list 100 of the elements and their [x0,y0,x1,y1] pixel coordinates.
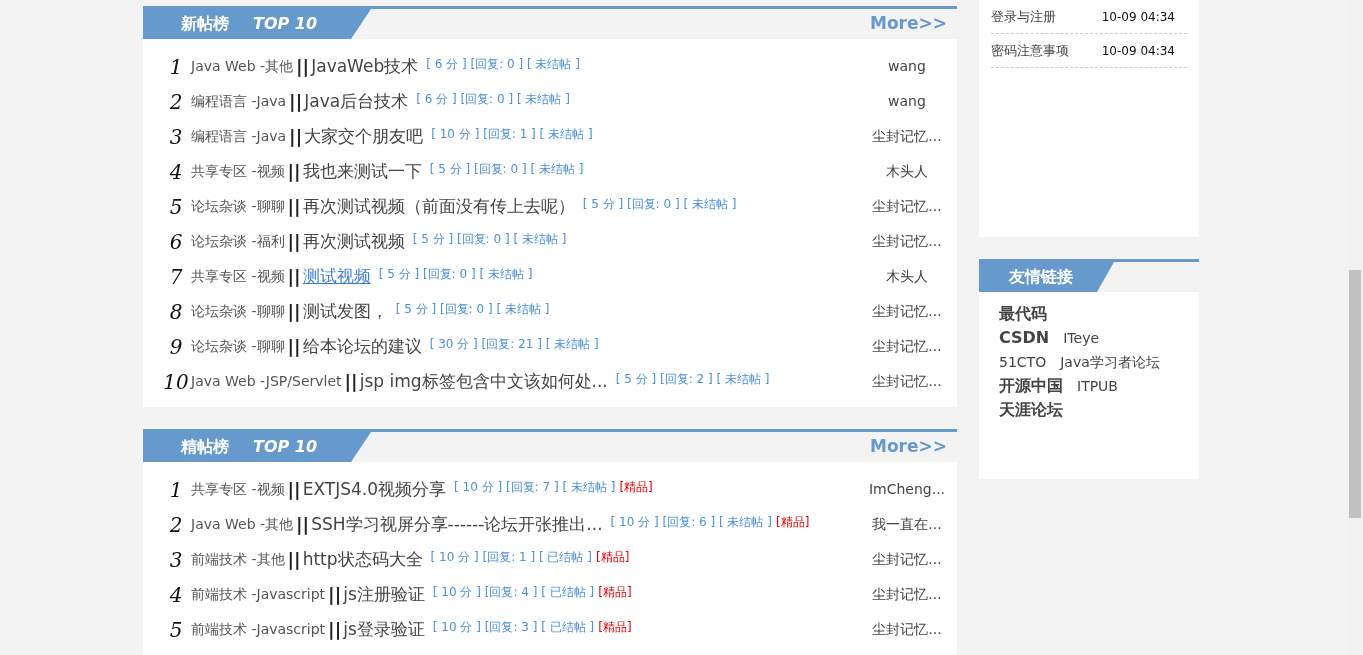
post-meta: [ 10 分 ] [回复: 6 ] [ 未结帖 ] [610,514,772,531]
post-meta: [ 10 分 ] [回复: 7 ] [ 未结帖 ] [454,479,616,496]
post-author: 尘封记忆... [871,620,943,639]
friend-link[interactable]: 天涯论坛 [999,398,1063,422]
post-meta: [ 5 分 ] [回复: 0 ] [ 未结帖 ] [582,196,737,213]
post-meta: [ 5 分 ] [回复: 0 ] [ 未结帖 ] [395,301,550,318]
board-subtitle: TOP 10 [253,436,318,458]
post-rank: 1 [168,53,184,81]
post-category[interactable]: 论坛杂谈 -聊聊 [191,336,285,357]
post-category[interactable]: Java Web -其他 [191,514,294,535]
post-author: 我一直在... [871,515,943,534]
separator-text: || [287,478,301,502]
post-title-link[interactable]: 给本论坛的建议 [302,333,422,360]
friend-link[interactable]: CSDN [999,326,1050,350]
post-title-link[interactable]: SSH学习视屏分享------论坛开张推出... [311,511,603,538]
friend-link[interactable]: ITeye [1063,327,1100,349]
post-title-link[interactable]: http状态码大全 [302,546,423,573]
post-meta: [ 5 分 ] [回复: 0 ] [ 未结帖 ] [378,266,533,283]
post-rank: 5 [168,193,184,221]
post-category[interactable]: Java Web -JSP/Servlet [191,371,342,392]
friend-link[interactable]: 最代码 [999,302,1047,326]
post-category[interactable]: Java Web -其他 [191,56,294,77]
post-rank: 8 [168,298,184,326]
separator-text: || [296,55,310,79]
post-title-link[interactable]: 再次测试视频（前面没有传上去呢） [302,193,575,220]
post-category[interactable]: 共享专区 -视频 [191,266,285,287]
separator-text: || [287,230,301,254]
post-meta: [ 5 分 ] [回复: 0 ] [ 未结帖 ] [429,161,584,178]
elite-tag: [精品] [619,478,653,496]
notice-time: 10-09 04:34 [1101,42,1175,60]
post-category[interactable]: 编程语言 -Java [191,91,287,112]
post-title-link[interactable]: JavaWeb技术 [311,53,419,80]
post-title-link[interactable]: js登录验证 [343,616,425,643]
post-category[interactable]: 前端技术 -其他 [191,549,285,570]
friend-link[interactable]: 51CTO [999,351,1047,373]
post-category[interactable]: 论坛杂谈 -聊聊 [191,196,285,217]
post-author: wang [887,57,927,76]
post-category[interactable]: 前端技术 -Javascript [191,584,326,605]
post-rank: 3 [168,546,184,574]
post-rank: 9 [168,333,184,361]
board-title: 精帖榜 [181,436,229,458]
separator-text: || [289,90,303,114]
separator-text: || [287,265,301,289]
post-title-link[interactable]: 大家交个朋友吧 [304,123,424,150]
post-category[interactable]: 共享专区 -视频 [191,479,285,500]
post-rank: 5 [168,616,184,644]
elite-tag: [精品] [775,513,810,531]
board-subtitle: TOP 10 [253,13,318,35]
post-author: 尘封记忆... [871,585,943,604]
post-title-link[interactable]: Java后台技术 [304,88,409,115]
post-title-link[interactable]: EXTJS4.0视频分享 [302,476,446,503]
friend-link[interactable]: Java学习者论坛 [1060,351,1160,373]
post-author: 木头人 [885,162,929,181]
post-author: 尘封记忆... [871,197,943,216]
post-author: 尘封记忆... [871,232,943,251]
post-meta: [ 6 分 ] [回复: 0 ] [ 未结帖 ] [426,56,580,73]
post-category[interactable]: 共享专区 -视频 [191,161,285,182]
friend-link[interactable]: 开源中国 [999,374,1063,398]
post-meta: [ 30 分 ] [回复: 21 ] [ 未结帖 ] [429,336,599,353]
post-author: 尘封记忆... [871,127,943,146]
post-category[interactable]: 编程语言 -Java [191,126,287,147]
post-title-link[interactable]: 再次测试视频 [302,228,405,255]
post-category[interactable]: 前端技术 -Javascript [191,619,326,640]
post-meta: [ 10 分 ] [回复: 4 ] [ 已结帖 ] [432,584,595,601]
separator-text: || [287,548,301,572]
separator-text: || [287,300,301,324]
post-rank: 2 [168,511,184,539]
post-rank: 4 [168,158,184,186]
post-rank: 6 [168,228,184,256]
post-title-link[interactable]: 我也来测试一下 [302,158,422,185]
post-category[interactable]: 论坛杂谈 -福利 [191,231,285,252]
post-author: 尘封记忆... [871,550,943,569]
post-meta: [ 10 分 ] [回复: 3 ] [ 已结帖 ] [432,619,595,636]
post-title-link[interactable]: 测试发图， [302,298,388,325]
post-title-link[interactable]: 测试视频 [302,263,371,290]
post-meta: [ 5 分 ] [回复: 2 ] [ 未结帖 ] [615,371,770,388]
board-title: 新帖榜 [181,13,229,35]
notice-link[interactable]: 登录与注册 [991,6,1056,27]
separator-text: || [287,160,301,184]
post-rank: 3 [168,123,184,151]
notice-link[interactable]: 密码注意事项 [991,40,1069,61]
post-meta: [ 10 分 ] [回复: 1 ] [ 已结帖 ] [430,549,592,566]
post-meta: [ 6 分 ] [回复: 0 ] [ 未结帖 ] [416,91,570,108]
post-author: ImCheng... [867,480,947,499]
post-author: 木头人 [885,267,929,286]
separator-text: || [287,335,301,359]
post-meta: [ 5 分 ] [回复: 0 ] [ 未结帖 ] [412,231,567,248]
scrollbar-thumb[interactable] [1349,270,1361,518]
notice-time: 10-09 04:34 [1101,8,1175,26]
post-rank: 2 [168,88,184,116]
post-title-link[interactable]: jsp img标签包含中文该如何处... [359,368,608,395]
post-author: 尘封记忆... [871,302,943,321]
separator-text: || [344,370,358,394]
elite-tag: [精品] [595,548,630,566]
separator-text: || [328,583,342,607]
post-title-link[interactable]: js注册验证 [343,581,425,608]
friend-link[interactable]: ITPUB [1077,375,1118,397]
separator-text: || [328,618,342,642]
post-author: wang [887,92,927,111]
post-category[interactable]: 论坛杂谈 -聊聊 [191,301,285,322]
